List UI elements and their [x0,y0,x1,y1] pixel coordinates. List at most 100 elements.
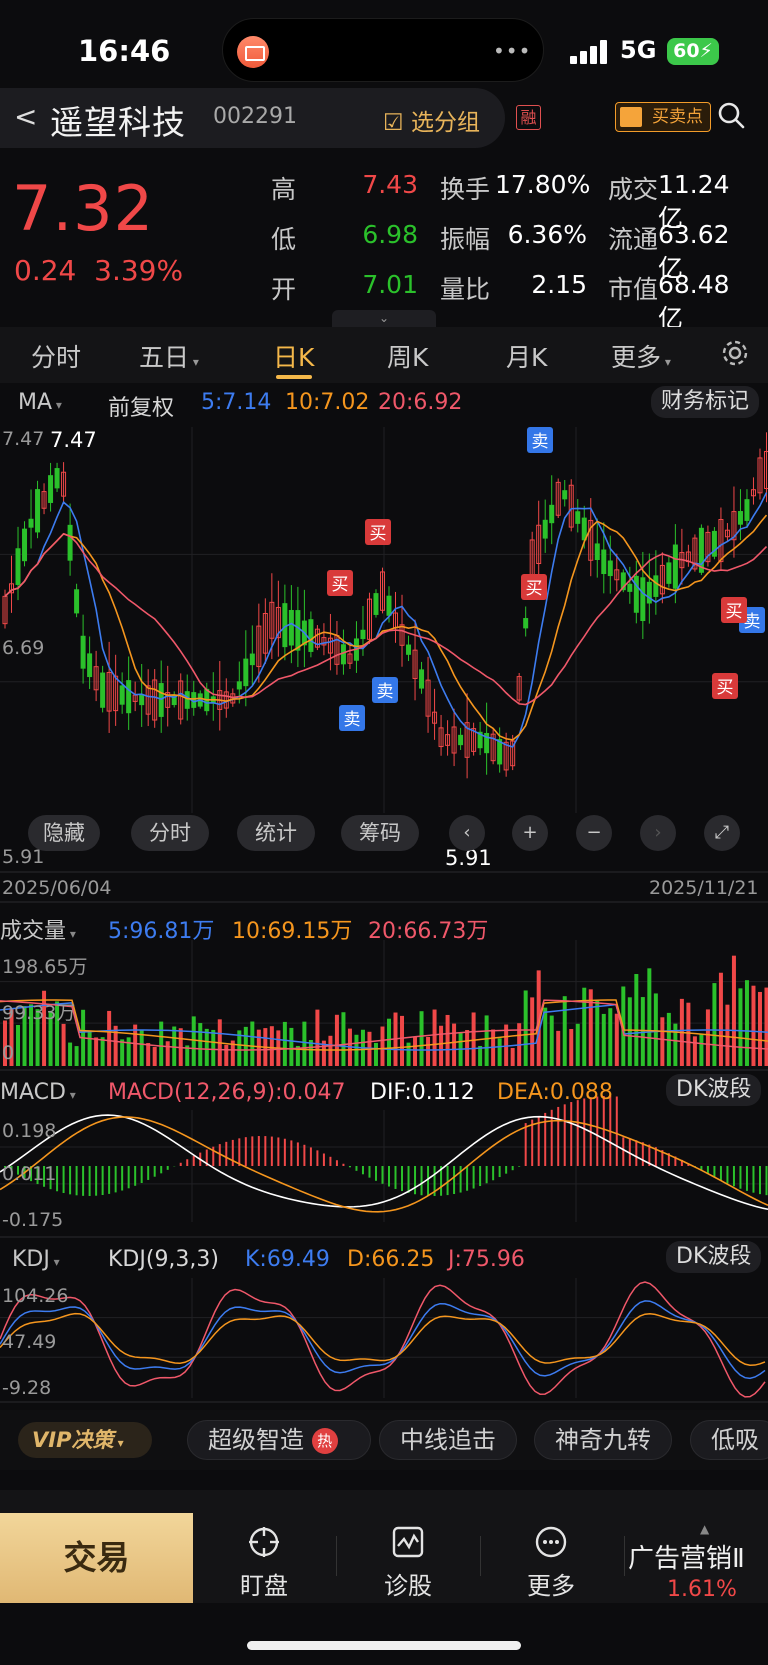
watch-nav-item[interactable]: 盯盘 [224,1522,304,1600]
macd-axis-mid: 0.011 [2,1163,57,1185]
vip-decision-button[interactable]: VIP决策 ▾ [18,1422,152,1458]
vol-ma5: 5:96.81万 [108,919,215,944]
volume-bar [549,1015,554,1066]
volume-bar [725,1004,730,1066]
volume-bar [445,1014,450,1066]
zoom-in-icon[interactable]: + [512,815,548,851]
candle-body [737,511,743,525]
volume-bar [523,990,528,1066]
candle-body [100,672,106,708]
intraday-button[interactable]: 分时 [131,815,209,851]
search-icon[interactable] [717,101,745,129]
volume-bar [341,1012,346,1066]
magic-nine-button[interactable]: 神奇九转 [534,1420,672,1460]
kdj-line [0,1300,766,1380]
buy-marker-label: 买 [526,579,543,599]
volume-bar [400,1015,405,1066]
tab-monthly-k[interactable]: 月K [506,338,547,374]
volume-axis-mid: 99.33万 [2,1002,76,1024]
volume-bar [764,987,768,1066]
battery-icon: 60⚡ [667,38,719,65]
candle-body [67,524,73,561]
candle-body [80,635,86,669]
volume-bar [387,1018,391,1066]
watch-label: 盯盘 [240,1572,288,1600]
volume-bar [757,991,762,1066]
macd-params: MACD(12,26,9):0.047 [108,1080,346,1105]
volume-bar [94,1037,99,1066]
tab-weekly-k[interactable]: 周K [387,338,428,374]
kdj-dk-band-button[interactable]: DK波段 [666,1241,762,1273]
volume-bar [289,1027,294,1066]
amplitude-value: 6.36% [507,220,587,249]
candle-body [340,644,346,665]
fullscreen-icon[interactable]: ⤢ [704,815,740,851]
zoom-out-icon[interactable]: − [576,815,612,851]
diagnose-nav-item[interactable]: 诊股 [368,1522,448,1600]
volume-bar [16,1024,21,1066]
volume-bar [608,1008,613,1066]
hide-button[interactable]: 隐藏 [28,815,100,851]
finance-mark-button[interactable]: 财务标记 [651,386,760,418]
turnover-value: 17.80% [495,170,591,199]
candle-body [523,618,529,629]
more-circle-icon [535,1526,567,1558]
kdj-indicator-selector[interactable]: KDJ ▾ [12,1247,60,1272]
candle-body [74,589,80,614]
price-axis-top: 7.47 [2,428,45,450]
gear-icon[interactable] [720,338,750,368]
volume-bar [61,1023,66,1066]
candle-body [35,489,41,533]
ma-indicator-selector[interactable]: MA ▾ [18,390,62,415]
dynamic-island: ••• [222,18,544,82]
nav-divider [480,1536,481,1576]
trade-button[interactable]: 交易 [0,1513,193,1603]
network-type: 5G [620,36,657,64]
kdj-axis-mid: 47.49 [2,1331,57,1353]
more-nav-item[interactable]: 更多 [511,1522,591,1600]
scroll-right-icon[interactable]: › [640,815,676,851]
sector-name[interactable]: 广告营销Ⅱ [628,1538,745,1575]
candle-body [633,575,639,613]
volume-bar [497,1038,502,1066]
tab-intraday[interactable]: 分时 [31,338,81,374]
buy-sell-point-button[interactable]: 买卖点 [615,102,711,132]
candle-body [87,653,93,678]
sell-marker-label: 卖 [532,432,549,452]
low-buy-button[interactable]: 低吸 [690,1420,768,1460]
diagnose-label: 诊股 [384,1572,432,1600]
tab-five-day[interactable]: 五日 ▾ [139,338,199,374]
candle-body [497,739,503,765]
macd-dk-band-button[interactable]: DK波段 [666,1074,762,1106]
volume-bar [68,1042,73,1066]
macd-title: MACD [0,1080,66,1105]
volume-bar [282,1021,287,1066]
candle-body [373,593,379,615]
sell-marker-label: 卖 [377,682,394,702]
super-smart-button[interactable]: 超级智造 热 [187,1420,371,1460]
vol-ma10: 10:69.15万 [232,919,353,944]
tab-more[interactable]: 更多 ▾ [611,338,671,374]
midline-chase-button[interactable]: 中线追击 [379,1420,517,1460]
candle-body [594,543,600,560]
volume-bar [614,1013,619,1066]
select-group-button[interactable]: ☑ 选分组 [383,103,480,137]
buy-marker-label: 买 [332,575,349,595]
expand-chevron-icon[interactable]: ⌄ [332,310,436,328]
macd-indicator-selector[interactable]: MACD ▾ [0,1080,76,1105]
candle-body [640,577,646,622]
turnover-label: 换手 [440,175,491,204]
tab-daily-k[interactable]: 日K [273,338,314,374]
home-indicator [247,1641,521,1650]
sector-change: 1.61% [667,1577,737,1602]
candle-body [15,548,21,585]
adjust-mode[interactable]: 前复权 [108,390,174,422]
chips-button[interactable]: 筹码 [341,815,419,851]
battery-level: 60 [673,40,700,62]
candle-body [575,511,581,524]
back-icon[interactable]: < [14,100,37,133]
scroll-left-icon[interactable]: ‹ [449,815,485,851]
statistics-button[interactable]: 统计 [237,815,315,851]
volume-indicator-selector[interactable]: 成交量 ▾ [0,913,76,945]
volume-bar [653,993,658,1066]
